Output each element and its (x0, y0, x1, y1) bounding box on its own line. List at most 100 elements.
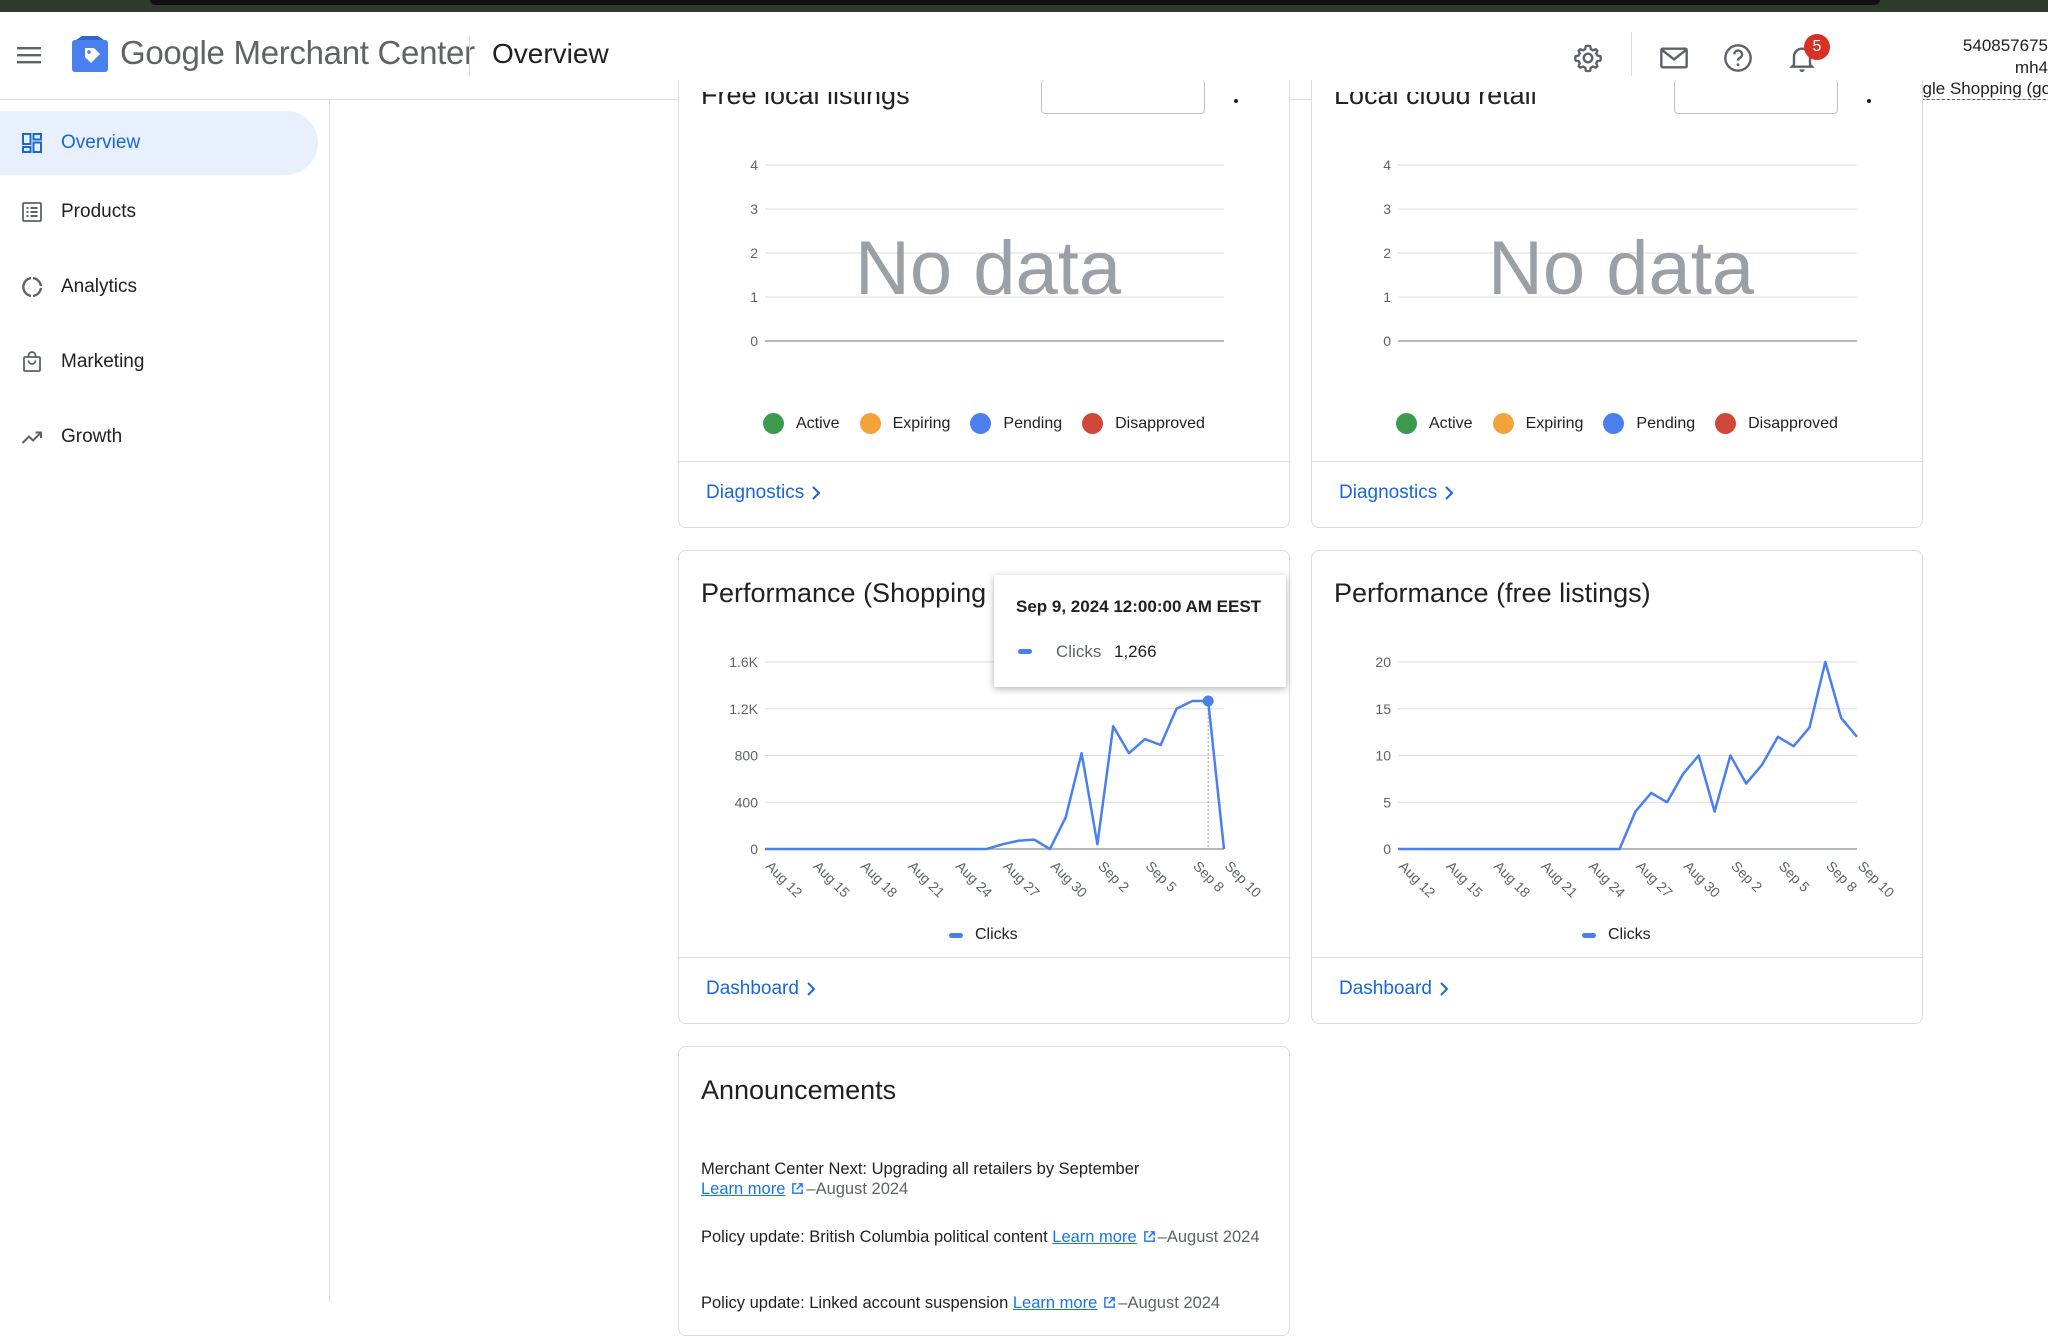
brand-google: Google (120, 34, 225, 71)
announcement-date: –August 2024 (1157, 1228, 1260, 1246)
merchant-center-logo-icon[interactable] (72, 36, 110, 74)
hamburger-menu-icon[interactable] (16, 42, 42, 68)
sidebar-item-overview[interactable]: Overview (0, 111, 318, 175)
legend-label: Expiring (1525, 414, 1584, 432)
announcement-item: Policy update: British Columbia politica… (701, 1227, 1261, 1247)
y-tick: 2 (750, 245, 758, 261)
y-tick: 1.2K (729, 701, 758, 717)
chart-tooltip: Sep 9, 2024 12:00:00 AM EEST Clicks 1,26… (994, 575, 1286, 687)
announcement-date: –August 2024 (1118, 1294, 1221, 1312)
header-icons-divider (1631, 32, 1632, 76)
y-tick: 15 (1375, 701, 1391, 717)
y-tick: 0 (750, 841, 758, 857)
x-tick: Sep 2 (1728, 858, 1765, 895)
brand-wordmark[interactable]: Google Merchant Center (120, 34, 475, 72)
shopping-bag-icon (23, 351, 41, 372)
no-data-label: No data (855, 226, 1122, 311)
highlight-point (1202, 695, 1214, 707)
sidebar-item-label: Products (61, 201, 136, 222)
sidebar-item-marketing[interactable]: Marketing (0, 330, 318, 394)
sidebar-item-label: Growth (61, 426, 123, 447)
x-tick: Sep 10 (1222, 858, 1265, 901)
x-tick: Aug 18 (858, 858, 901, 901)
y-tick: 4 (750, 157, 758, 173)
sidebar-item-label: Marketing (61, 351, 145, 372)
y-tick: 10 (1375, 748, 1391, 764)
sidebar-item-label: Overview (61, 132, 141, 153)
x-tick: Sep 8 (1190, 858, 1227, 895)
legend-dash (1582, 932, 1596, 938)
free-listings-clicks-chart: 05101520Aug 12 Aug 15 Aug 18 Aug 21 Aug 24 Au… (1375, 654, 1897, 901)
card-title: Announcements (701, 1075, 897, 1105)
y-tick: 3 (1383, 201, 1391, 217)
legend-item-active: Active (763, 413, 840, 434)
series-line-clicks (765, 699, 1226, 851)
legend-label: Pending (1003, 414, 1063, 432)
x-tick: Aug 15 (1443, 858, 1486, 901)
diagnostics-link[interactable]: Diagnostics (1339, 482, 1455, 504)
notifications-badge[interactable]: 5 (1804, 34, 1830, 60)
help-icon[interactable] (1722, 42, 1754, 74)
announcement-item: Merchant Center Next: Upgrading all reta… (701, 1159, 1261, 1199)
chart-legend: Clicks (949, 926, 1018, 944)
link-label: Diagnostics (1339, 482, 1438, 503)
legend-label: Clicks (1608, 926, 1651, 943)
y-tick: 20 (1375, 654, 1391, 670)
legend-item-expiring: Expiring (859, 413, 951, 434)
page-title: Overview (492, 38, 609, 69)
settings-gear-icon[interactable] (1572, 42, 1604, 74)
chevron-right-icon (1445, 486, 1454, 500)
card-footer: Diagnostics (1312, 461, 1922, 527)
legend-label: Pending (1636, 414, 1696, 432)
x-tick: Aug 12 (1396, 858, 1439, 901)
y-tick: 1 (750, 289, 758, 305)
legend-item-active: Active (1396, 413, 1473, 434)
external-link-icon (1104, 1297, 1116, 1308)
announcement-text: Policy update: British Columbia politica… (701, 1228, 1053, 1246)
legend-item-expiring: Expiring (1492, 413, 1584, 434)
card-performance-free-listings: Performance (free listings) 0 5 10 15 20 Aug … (1311, 550, 1923, 1024)
card-footer: Dashboard (679, 957, 1289, 1023)
x-tick: Aug 27 (1000, 858, 1043, 901)
sidebar-item-growth[interactable]: Growth (0, 405, 318, 469)
y-tick: 0 (750, 333, 758, 349)
y-tick: 5 (1383, 794, 1391, 810)
y-tick: 400 (735, 794, 759, 810)
learn-more-link[interactable]: Learn more (1013, 1294, 1097, 1312)
no-data-label: No data (1488, 226, 1755, 311)
diagnostics-link[interactable]: Diagnostics (706, 482, 822, 504)
x-tick: Aug 21 (905, 858, 948, 901)
announcement-text: Policy update: Linked account suspension (701, 1294, 1013, 1312)
x-tick: Sep 5 (1776, 858, 1813, 895)
y-tick: 4 (1383, 157, 1391, 173)
dashboard-link[interactable]: Dashboard (706, 978, 817, 1000)
card-free-local-listings: Free local listings 4 3 2 1 0 No data Ac… (678, 80, 1290, 528)
legend-item-pending: Pending (970, 413, 1062, 434)
mail-icon[interactable] (1658, 42, 1690, 74)
y-tick: 1 (1383, 289, 1391, 305)
learn-more-link[interactable]: Learn more (1052, 1228, 1136, 1246)
legend-label: Expiring (892, 414, 951, 432)
legend-dot (1082, 413, 1104, 434)
sidebar-item-products[interactable]: Products (0, 180, 318, 244)
learn-more-link[interactable]: Learn more (701, 1180, 785, 1198)
x-tick: Aug 30 (1048, 858, 1091, 901)
tooltip-series-dash (1018, 649, 1032, 654)
card-footer: Diagnostics (679, 461, 1289, 527)
dashboard-link[interactable]: Dashboard (1339, 978, 1450, 1000)
account-name[interactable]: mh4 (2015, 58, 2048, 78)
account-id[interactable]: 540857675 (1963, 36, 2048, 56)
legend-dot (1396, 413, 1417, 434)
legend-dot (970, 413, 992, 434)
browser-notch (150, 0, 1880, 5)
legend-dot (1492, 413, 1514, 434)
link-label: Dashboard (706, 978, 799, 999)
y-tick: 1.6K (729, 654, 758, 670)
announcement-item: Policy update: Linked account suspension… (701, 1293, 1261, 1313)
sidebar-item-analytics[interactable]: Analytics (0, 255, 318, 319)
x-tick: Aug 15 (810, 858, 853, 901)
x-tick: Sep 8 (1823, 858, 1860, 895)
link-label: Dashboard (1339, 978, 1432, 999)
legend-item-disapproved: Disapproved (1082, 413, 1205, 434)
chevron-right-icon (812, 486, 821, 500)
